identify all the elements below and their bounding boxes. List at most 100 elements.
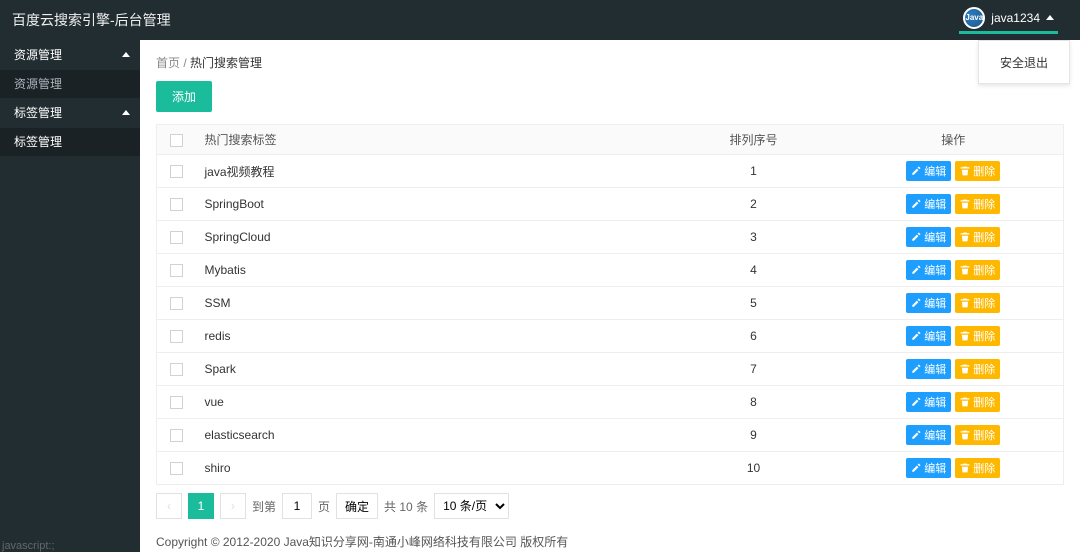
status-bar-js: javascript:; bbox=[0, 540, 57, 552]
trash-icon bbox=[960, 463, 970, 473]
pencil-icon bbox=[911, 364, 921, 374]
pencil-icon bbox=[911, 298, 921, 308]
cell-name: vue bbox=[197, 386, 664, 419]
trash-icon bbox=[960, 364, 970, 374]
pencil-icon bbox=[911, 232, 921, 242]
delete-button[interactable]: 删除 bbox=[955, 458, 1000, 478]
edit-label: 编辑 bbox=[924, 196, 946, 212]
pencil-icon bbox=[911, 397, 921, 407]
table-row: Mybatis4编辑删除 bbox=[157, 254, 1064, 287]
sidebar-group-tag[interactable]: 标签管理 bbox=[0, 98, 140, 128]
edit-button[interactable]: 编辑 bbox=[906, 227, 951, 247]
row-checkbox[interactable] bbox=[170, 462, 183, 475]
trash-icon bbox=[960, 430, 970, 440]
delete-button[interactable]: 删除 bbox=[955, 293, 1000, 313]
breadcrumb-home[interactable]: 首页 bbox=[156, 56, 180, 70]
delete-label: 删除 bbox=[973, 460, 995, 476]
sidebar-item-resource[interactable]: 资源管理 bbox=[0, 70, 140, 98]
pagination: ‹ 1 › 到第 页 确定 共 10 条 10 条/页 bbox=[156, 493, 1064, 519]
row-checkbox[interactable] bbox=[170, 231, 183, 244]
cell-sort: 5 bbox=[664, 287, 844, 320]
pencil-icon bbox=[911, 199, 921, 209]
delete-label: 删除 bbox=[973, 262, 995, 278]
edit-label: 编辑 bbox=[924, 361, 946, 377]
goto-page-input[interactable] bbox=[282, 493, 312, 519]
pencil-icon bbox=[911, 166, 921, 176]
pencil-icon bbox=[911, 430, 921, 440]
avatar: Java bbox=[963, 7, 985, 29]
trash-icon bbox=[960, 199, 970, 209]
sidebar-item-label: 标签管理 bbox=[14, 135, 62, 149]
edit-label: 编辑 bbox=[924, 229, 946, 245]
row-checkbox[interactable] bbox=[170, 198, 183, 211]
delete-button[interactable]: 删除 bbox=[955, 326, 1000, 346]
row-checkbox[interactable] bbox=[170, 297, 183, 310]
cell-name: redis bbox=[197, 320, 664, 353]
edit-label: 编辑 bbox=[924, 427, 946, 443]
delete-label: 删除 bbox=[973, 361, 995, 377]
breadcrumb-sep: / bbox=[183, 56, 186, 70]
row-checkbox[interactable] bbox=[170, 396, 183, 409]
add-button[interactable]: 添加 bbox=[156, 81, 212, 112]
cell-sort: 10 bbox=[664, 452, 844, 485]
breadcrumb-current: 热门搜索管理 bbox=[190, 56, 262, 70]
edit-label: 编辑 bbox=[924, 295, 946, 311]
trash-icon bbox=[960, 298, 970, 308]
row-checkbox[interactable] bbox=[170, 330, 183, 343]
delete-button[interactable]: 删除 bbox=[955, 161, 1000, 181]
page-size-select[interactable]: 10 条/页 bbox=[434, 493, 509, 519]
edit-label: 编辑 bbox=[924, 460, 946, 476]
delete-label: 删除 bbox=[973, 295, 995, 311]
trash-icon bbox=[960, 397, 970, 407]
delete-button[interactable]: 删除 bbox=[955, 425, 1000, 445]
cell-name: SSM bbox=[197, 287, 664, 320]
page-prev-button[interactable]: ‹ bbox=[156, 493, 182, 519]
edit-button[interactable]: 编辑 bbox=[906, 392, 951, 412]
edit-button[interactable]: 编辑 bbox=[906, 161, 951, 181]
table-row: SpringCloud3编辑删除 bbox=[157, 221, 1064, 254]
delete-button[interactable]: 删除 bbox=[955, 359, 1000, 379]
row-checkbox[interactable] bbox=[170, 363, 183, 376]
cell-sort: 1 bbox=[664, 155, 844, 188]
table-row: redis6 编辑删除 bbox=[157, 320, 1064, 353]
sidebar-group-label: 资源管理 bbox=[14, 48, 62, 62]
column-header-name: 热门搜索标签 bbox=[197, 125, 664, 155]
delete-button[interactable]: 删除 bbox=[955, 260, 1000, 280]
sidebar-group-resource[interactable]: 资源管理 bbox=[0, 40, 140, 70]
delete-label: 删除 bbox=[973, 229, 995, 245]
logout-popover[interactable]: 安全退出 bbox=[978, 40, 1070, 84]
data-table: 热门搜索标签 排列序号 操作 java视频教程1编辑删除SpringBoot2编… bbox=[156, 124, 1064, 485]
edit-button[interactable]: 编辑 bbox=[906, 194, 951, 214]
delete-button[interactable]: 删除 bbox=[955, 392, 1000, 412]
caret-up-icon bbox=[1046, 15, 1054, 20]
delete-button[interactable]: 删除 bbox=[955, 194, 1000, 214]
edit-button[interactable]: 编辑 bbox=[906, 458, 951, 478]
column-header-checkbox[interactable] bbox=[157, 125, 197, 155]
trash-icon bbox=[960, 331, 970, 341]
goto-confirm-button[interactable]: 确定 bbox=[336, 493, 378, 519]
user-menu[interactable]: Java java1234 bbox=[959, 7, 1058, 34]
row-checkbox[interactable] bbox=[170, 264, 183, 277]
app-title: 百度云搜索引擎-后台管理 bbox=[12, 10, 171, 30]
sidebar-item-tag[interactable]: 标签管理 bbox=[0, 128, 140, 156]
page-next-button[interactable]: › bbox=[220, 493, 246, 519]
edit-button[interactable]: 编辑 bbox=[906, 326, 951, 346]
trash-icon bbox=[960, 166, 970, 176]
edit-button[interactable]: 编辑 bbox=[906, 293, 951, 313]
row-checkbox[interactable] bbox=[170, 429, 183, 442]
edit-button[interactable]: 编辑 bbox=[906, 260, 951, 280]
pencil-icon bbox=[911, 265, 921, 275]
delete-button[interactable]: 删除 bbox=[955, 227, 1000, 247]
edit-button[interactable]: 编辑 bbox=[906, 425, 951, 445]
cell-sort: 6 bbox=[664, 320, 844, 353]
page-number-current[interactable]: 1 bbox=[188, 493, 214, 519]
edit-button[interactable]: 编辑 bbox=[906, 359, 951, 379]
edit-label: 编辑 bbox=[924, 163, 946, 179]
row-checkbox[interactable] bbox=[170, 165, 183, 178]
cell-sort: 3 bbox=[664, 221, 844, 254]
edit-label: 编辑 bbox=[924, 328, 946, 344]
delete-label: 删除 bbox=[973, 196, 995, 212]
sidebar-item-label: 资源管理 bbox=[14, 77, 62, 91]
checkbox-all[interactable] bbox=[170, 134, 183, 147]
total-count: 共 10 条 bbox=[384, 498, 428, 515]
